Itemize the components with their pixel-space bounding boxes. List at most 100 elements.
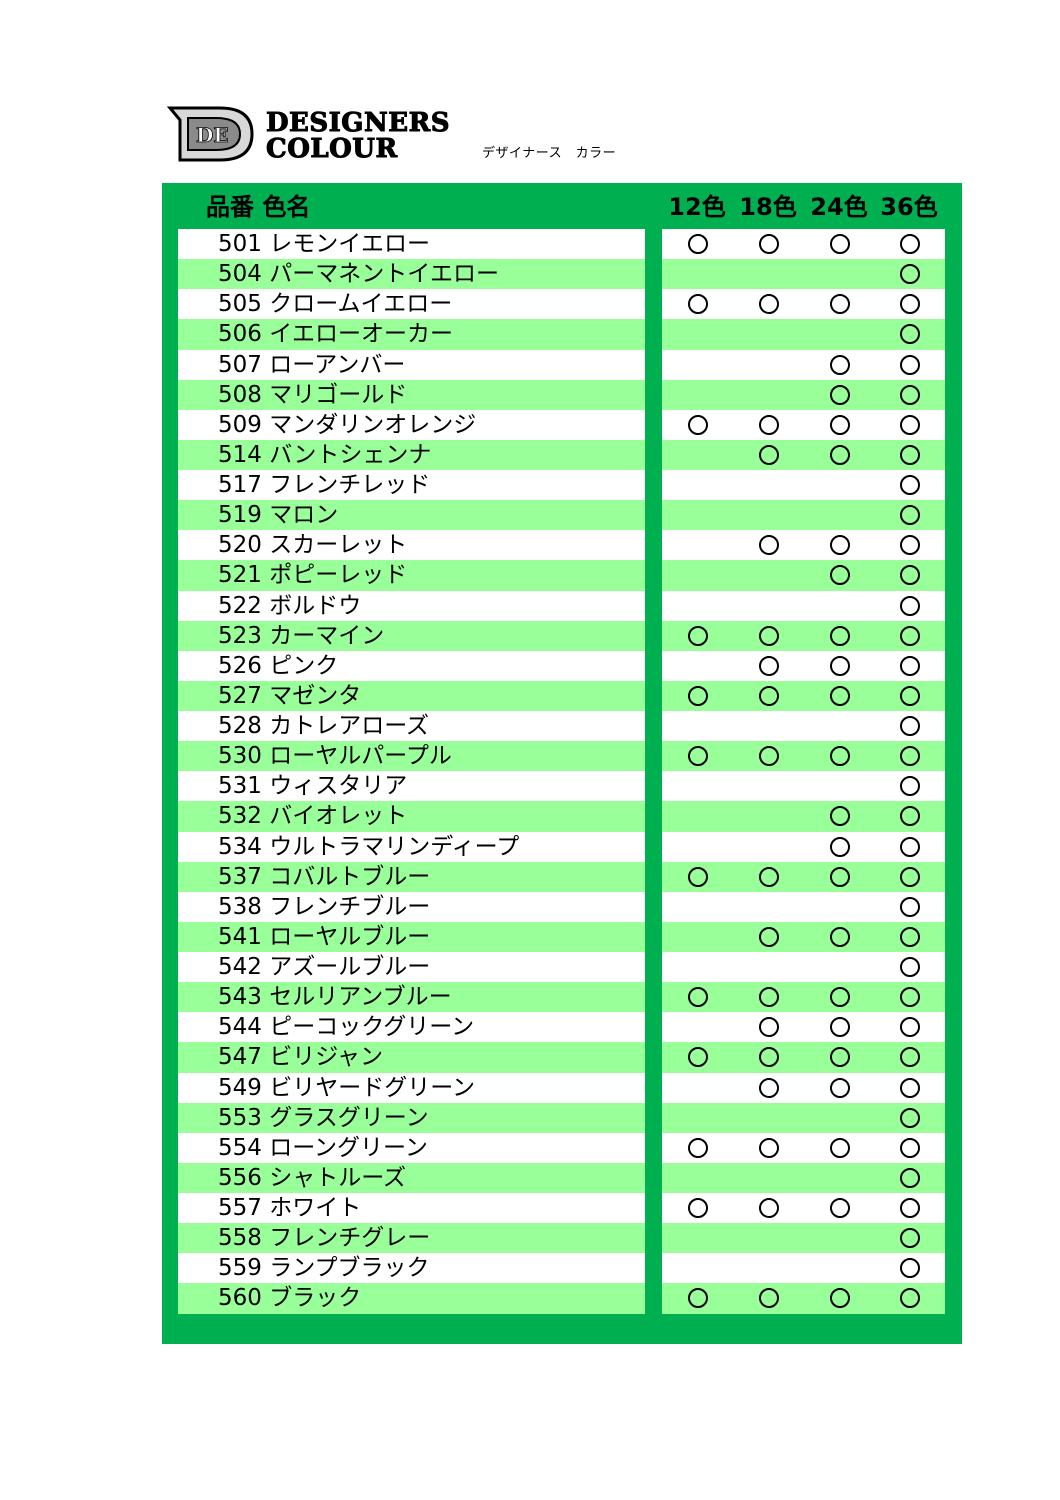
included-mark xyxy=(688,625,708,646)
included-mark xyxy=(688,866,708,887)
color-label: 514 バントシェンナ xyxy=(218,441,432,468)
included-mark xyxy=(759,685,779,706)
included-mark xyxy=(688,1137,708,1158)
table-row: 507 ローアンバー xyxy=(178,349,645,380)
included-mark xyxy=(830,1047,850,1068)
table-row: 554 ローングリーン xyxy=(178,1132,645,1163)
table-row: 520 スカーレット xyxy=(178,530,645,561)
table-row: 544 ピーコックグリーン xyxy=(178,1012,645,1043)
table-row-marks xyxy=(662,1132,945,1163)
table-row: 523 カーマイン xyxy=(178,620,645,651)
included-mark xyxy=(830,414,850,435)
included-mark xyxy=(759,987,779,1008)
header-set-24: 24色 xyxy=(810,193,868,221)
included-mark xyxy=(759,1288,779,1309)
color-label: 506 イエローオーカー xyxy=(218,321,453,348)
table-row: 526 ピンク xyxy=(178,650,645,681)
header-set-36: 36色 xyxy=(880,193,938,221)
table-row-marks xyxy=(662,319,945,350)
table-row-marks xyxy=(662,500,945,531)
table-row-marks xyxy=(662,861,945,892)
table-row: 532 バイオレット xyxy=(178,801,645,832)
table-row-marks xyxy=(662,1042,945,1073)
included-mark xyxy=(900,806,920,827)
included-mark xyxy=(759,294,779,315)
table-row-marks xyxy=(662,349,945,380)
table-row: 543 セルリアンブルー xyxy=(178,982,645,1013)
included-mark xyxy=(688,1288,708,1309)
included-mark xyxy=(830,625,850,646)
brand-kana: デザイナース カラー xyxy=(482,146,617,161)
table-row-marks xyxy=(662,1072,945,1103)
designers-colour-logo: DE xyxy=(166,106,254,162)
included-mark xyxy=(900,264,920,285)
table-row-marks xyxy=(662,831,945,862)
color-label: 557 ホワイト xyxy=(218,1195,362,1221)
included-mark xyxy=(900,836,920,857)
included-mark xyxy=(830,1077,850,1098)
table-row-marks xyxy=(662,620,945,651)
included-mark xyxy=(759,1017,779,1038)
color-label: 504 パーマネントイエロー xyxy=(218,261,499,288)
included-mark xyxy=(900,505,920,526)
color-label: 521 ポピーレッド xyxy=(218,562,408,589)
included-mark xyxy=(900,475,920,495)
included-mark xyxy=(900,746,920,767)
included-mark xyxy=(830,1137,850,1158)
included-mark xyxy=(900,957,920,977)
color-label: 543 セルリアンブルー xyxy=(218,984,452,1011)
table-row-marks xyxy=(662,771,945,802)
color-label: 534 ウルトラマリンディープ xyxy=(218,833,520,860)
included-mark xyxy=(900,776,920,797)
table-row-marks xyxy=(662,1283,945,1314)
color-label: 556 シャトルーズ xyxy=(218,1164,407,1191)
included-mark xyxy=(830,535,850,556)
table-row-marks xyxy=(662,801,945,832)
color-label: 517 フレンチレッド xyxy=(218,472,431,498)
table-row: 557 ホワイト xyxy=(178,1193,645,1224)
included-mark xyxy=(759,1047,779,1068)
included-mark xyxy=(830,1288,850,1309)
color-label: 519 マロン xyxy=(218,502,339,529)
included-mark xyxy=(830,444,850,465)
table-row-marks xyxy=(662,680,945,711)
brand-line-2: COLOUR xyxy=(266,134,398,164)
included-mark xyxy=(688,414,708,435)
included-mark xyxy=(900,685,920,706)
table-row-marks xyxy=(662,379,945,410)
table-row: 505 クロームイエロー xyxy=(178,289,645,320)
color-label: 554 ローングリーン xyxy=(218,1134,428,1161)
logo-letters: DE xyxy=(196,123,229,147)
table-row: 527 マゼンタ xyxy=(178,680,645,711)
table-row: 531 ウィスタリア xyxy=(178,771,645,802)
included-mark xyxy=(900,1228,920,1249)
table-row-marks xyxy=(662,590,945,621)
included-mark xyxy=(900,535,920,556)
included-mark xyxy=(900,414,920,435)
color-label: 509 マンダリンオレンジ xyxy=(218,411,477,438)
included-mark xyxy=(900,1077,920,1098)
color-label: 505 クロームイエロー xyxy=(218,291,453,318)
table-row-marks xyxy=(662,470,945,501)
included-mark xyxy=(830,354,850,375)
included-mark xyxy=(900,866,920,887)
table-row: 547 ビリジャン xyxy=(178,1042,645,1073)
included-mark xyxy=(900,1047,920,1068)
table-row-marks xyxy=(662,921,945,952)
included-mark xyxy=(830,1198,850,1218)
included-mark xyxy=(830,384,850,405)
color-name-column: 501 レモンイエロー 504 パーマネントイエロー 505 クロームイエロー 506… xyxy=(178,229,645,1314)
included-mark xyxy=(688,294,708,315)
color-label: 527 マゼンタ xyxy=(218,682,362,709)
table-row-marks xyxy=(662,1162,945,1193)
included-mark xyxy=(900,625,920,646)
table-row: 504 パーマネントイエロー xyxy=(178,259,645,290)
included-mark xyxy=(900,324,920,345)
table-row-marks xyxy=(662,1223,945,1254)
included-mark xyxy=(830,1017,850,1038)
included-mark xyxy=(688,234,708,254)
table-row: 506 イエローオーカー xyxy=(178,319,645,350)
table-row: 556 シャトルーズ xyxy=(178,1162,645,1193)
included-mark xyxy=(900,595,920,616)
table-row-marks xyxy=(662,259,945,290)
